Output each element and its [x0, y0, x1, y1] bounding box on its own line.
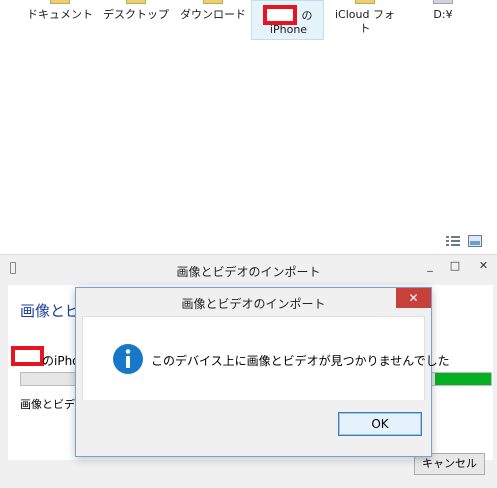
progress-fill — [435, 373, 491, 385]
folder-icon — [126, 0, 146, 4]
documents-tile[interactable]: ドキュメント — [20, 0, 100, 40]
large-icons-view-icon[interactable] — [468, 235, 482, 247]
tile-label-line2: iPhone — [269, 23, 308, 36]
details-view-icon[interactable] — [446, 235, 460, 247]
tile-label: D:¥ — [433, 8, 453, 21]
dialog-titlebar[interactable]: 画像とビデオのインポート ✕ — [76, 288, 431, 314]
dialog-content: このデバイス上に画像とビデオが見つかりませんでした — [82, 316, 450, 400]
message-dialog: 画像とビデオのインポート ✕ このデバイス上に画像とビデオが見つかりませんでした… — [75, 287, 450, 457]
folder-icon — [355, 0, 375, 4]
iphone-tile[interactable]: の iPhone — [251, 0, 324, 40]
dialog-footer: OK — [82, 400, 425, 453]
minimize-button[interactable]: _ — [418, 257, 442, 275]
tile-label: デスクトップ — [103, 8, 169, 21]
import-status-text: 画像とビデ — [20, 398, 75, 411]
dialog-message: このデバイス上に画像とビデオが見つかりませんでした — [151, 354, 450, 368]
desktop-tile[interactable]: デスクトップ — [96, 0, 176, 40]
folder-icon — [50, 0, 70, 4]
close-button[interactable]: ✕ — [470, 257, 497, 275]
folder-icon — [203, 0, 223, 4]
drive-d-tile[interactable]: D:¥ — [403, 0, 483, 40]
explorer-pane: ドキュメント デスクトップ ダウンロード の iPhone iCloud フォ … — [0, 0, 497, 254]
dialog-title: 画像とビデオのインポート — [181, 297, 326, 311]
tile-label: ドキュメント — [27, 8, 93, 21]
maximize-button[interactable]: □ — [443, 257, 467, 275]
redaction-box — [11, 346, 44, 366]
drive-icon — [433, 0, 453, 4]
device-name-label: のiPho — [42, 354, 80, 368]
tile-label-line1: の — [301, 9, 313, 22]
info-icon — [113, 344, 143, 374]
tile-label-line2: ト — [359, 22, 371, 35]
downloads-tile[interactable]: ダウンロード — [173, 0, 253, 40]
import-titlebar[interactable]: 画像とビデオのインポート _ □ ✕ — [0, 255, 497, 283]
tile-label-line1: iCloud フォ — [335, 8, 395, 21]
icloud-photos-tile[interactable]: iCloud フォ ト — [325, 0, 405, 40]
dialog-close-button[interactable]: ✕ — [396, 288, 431, 308]
redaction-box — [263, 5, 297, 25]
ok-button[interactable]: OK — [338, 412, 422, 436]
tile-label: ダウンロード — [180, 8, 246, 21]
